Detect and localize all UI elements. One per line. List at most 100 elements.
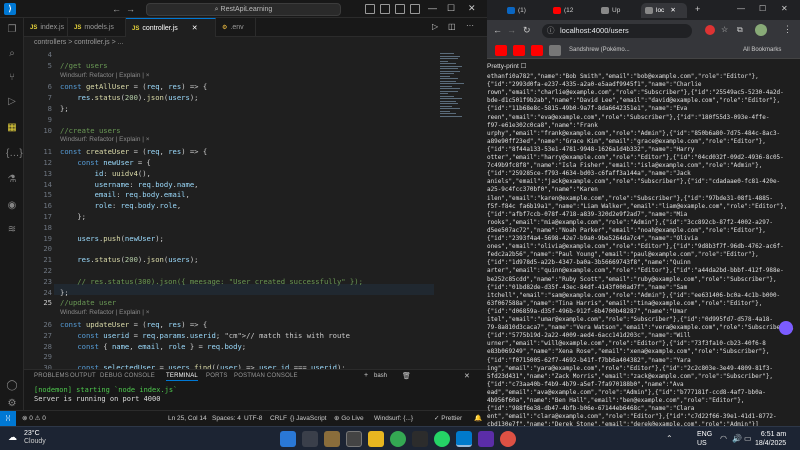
problems-count[interactable]: ⊗ 0 ⚠ 0: [22, 411, 46, 426]
widgets-icon[interactable]: [346, 431, 362, 447]
back-arrow-icon[interactable]: ←: [112, 3, 121, 15]
code-line[interactable]: res.status(200).json(users);: [60, 255, 198, 264]
code-editor[interactable]: 4 5 //get users Windsurf: Refactor | Explai…: [24, 49, 438, 369]
whatsapp-icon[interactable]: [434, 431, 450, 447]
layout-panel-icon[interactable]: [380, 4, 390, 14]
new-terminal-icon[interactable]: +: [364, 372, 368, 379]
tab-index-js[interactable]: JS index.js: [24, 18, 68, 37]
split-editor-icon[interactable]: ◫: [448, 22, 456, 31]
code-line[interactable]: role: req.body.role,: [60, 201, 182, 210]
wifi-icon[interactable]: ◠: [720, 434, 727, 443]
input-language[interactable]: ENG US: [697, 430, 712, 448]
code-line[interactable]: };: [60, 104, 69, 113]
task-view-icon[interactable]: [324, 431, 340, 447]
forward-arrow-icon[interactable]: →: [507, 25, 516, 35]
minimize-button[interactable]: —: [428, 2, 437, 15]
pretty-print-toggle[interactable]: Pretty-print ☐: [487, 62, 526, 70]
close-tab-icon[interactable]: ✕: [670, 7, 675, 14]
new-tab-icon[interactable]: +: [695, 4, 700, 14]
line-ending[interactable]: CRLF: [270, 411, 287, 426]
bookmark-youtube-icon[interactable]: [495, 45, 507, 56]
tab-models-js[interactable]: JS models.js: [68, 18, 126, 37]
browser-tab-up[interactable]: Up: [597, 3, 637, 18]
floating-assistant-icon[interactable]: [779, 321, 793, 335]
close-button[interactable]: ✕: [781, 4, 788, 13]
tray-chevron-icon[interactable]: ⌃: [666, 434, 673, 443]
panel-tab-postman-console[interactable]: POSTMAN CONSOLE: [234, 373, 298, 379]
reload-icon[interactable]: ↻: [523, 25, 531, 36]
go-live-button[interactable]: ⊕ Go Live: [334, 411, 364, 426]
code-line[interactable]: const newUser = {: [60, 158, 151, 167]
maximize-button[interactable]: ☐: [759, 4, 766, 13]
close-tab-icon[interactable]: ✕: [192, 25, 198, 32]
bookmark-youtube-icon[interactable]: [513, 45, 525, 56]
bookmark-star-icon[interactable]: ☆: [721, 25, 728, 34]
more-actions-icon[interactable]: ···: [466, 21, 474, 30]
code-line[interactable]: //update user: [60, 298, 116, 307]
weather-widget[interactable]: ☁ 23°C Cloudy: [8, 430, 46, 446]
maximize-button[interactable]: ☐: [447, 2, 455, 15]
postman-icon[interactable]: ◉: [6, 200, 18, 212]
bookmark-youtube-icon[interactable]: [531, 45, 543, 56]
site-info-icon[interactable]: ⓘ: [547, 24, 555, 38]
prettier-status[interactable]: ✓ Prettier: [434, 411, 462, 426]
clock[interactable]: 6:51 am 18/4/2025: [755, 430, 786, 448]
minimize-button[interactable]: —: [737, 4, 745, 13]
terminal-shell-label[interactable]: bash: [374, 373, 387, 379]
browser-tab-linkedin[interactable]: (1): [503, 3, 545, 18]
start-windows-icon[interactable]: [280, 431, 296, 447]
search-icon[interactable]: [302, 431, 318, 447]
minimap[interactable]: [438, 49, 478, 369]
extensions-puzzle-icon[interactable]: ⧉: [737, 25, 743, 35]
bookmark-sandshrew[interactable]: Sandshrew (Pokémo...: [569, 45, 630, 56]
chrome-icon[interactable]: [390, 431, 406, 447]
tab-controller-js[interactable]: JS controller.js ✕: [126, 18, 216, 37]
windsurf-codelens[interactable]: Windsurf: Refactor | Explain | ×: [60, 72, 150, 79]
github-icon[interactable]: [412, 431, 428, 447]
encoding[interactable]: UTF-8: [244, 411, 262, 426]
source-control-icon[interactable]: ⑂: [6, 72, 18, 84]
customize-layout-icon[interactable]: [410, 4, 420, 14]
indentation[interactable]: Spaces: 4: [212, 411, 241, 426]
panel-tab-terminal[interactable]: TERMINAL: [166, 373, 198, 381]
code-line[interactable]: // res.status(300).json({ meesage: "User…: [60, 277, 363, 286]
code-line[interactable]: };: [60, 212, 86, 221]
layout-sidebar-icon[interactable]: [365, 4, 375, 14]
settings-gear-icon[interactable]: ⚙: [6, 398, 18, 410]
code-line[interactable]: users.push(newUser);: [60, 234, 164, 243]
chrome-profile-icon[interactable]: [500, 431, 516, 447]
panel-tab-ports[interactable]: PORTS: [206, 373, 228, 379]
code-line[interactable]: const getAllUser = (req, res) => {: [60, 82, 207, 91]
browser-tab-localhost[interactable]: loc ✕: [641, 3, 687, 18]
avatar[interactable]: [755, 24, 767, 36]
explorer-icon[interactable]: ❐: [6, 24, 18, 36]
code-line[interactable]: const updateUser = (req, res) => {: [60, 320, 207, 329]
extension-icon[interactable]: [705, 25, 715, 35]
volume-icon[interactable]: 🔊: [732, 434, 742, 443]
language-mode[interactable]: {} JavaScript: [290, 411, 327, 426]
address-bar[interactable]: ⓘ localhost:4000/users: [542, 24, 692, 38]
code-line[interactable]: const userid = req.params.userid; "cm">/…: [60, 331, 350, 340]
testing-icon[interactable]: ⚗: [6, 174, 18, 186]
file-explorer-icon[interactable]: [368, 431, 384, 447]
vscode-taskbar-icon[interactable]: [456, 431, 472, 447]
battery-icon[interactable]: ▭: [744, 434, 752, 443]
app-icon[interactable]: [478, 431, 494, 447]
back-arrow-icon[interactable]: ←: [493, 25, 502, 35]
code-line[interactable]: const { name, email, role } = req.body;: [60, 342, 246, 351]
search-icon[interactable]: ⌕: [6, 48, 18, 60]
code-line[interactable]: //get users: [60, 61, 108, 70]
command-center-search[interactable]: ⌕ RestApiLearning: [146, 3, 341, 16]
kill-terminal-icon[interactable]: 🗑: [402, 372, 411, 380]
windsurf-codelens[interactable]: Windsurf: Refactor | Explain | ×: [60, 136, 150, 143]
windsurf-codelens[interactable]: Windsurf: Refactor | Explain | ×: [60, 309, 150, 316]
panel-tab-output[interactable]: OUTPUT: [70, 373, 96, 379]
code-line[interactable]: //create users: [60, 126, 121, 135]
remote-indicator-icon[interactable]: ⟩⟨: [0, 411, 16, 426]
breadcrumb[interactable]: controllers > controller.js > ...: [24, 37, 487, 49]
notifications-bell-icon[interactable]: 🔔: [474, 411, 482, 426]
run-debug-icon[interactable]: ▷: [6, 96, 18, 108]
windsurf-status[interactable]: Windsurf: {...}: [374, 411, 413, 426]
close-button[interactable]: ✕: [468, 2, 476, 15]
account-icon[interactable]: ◯: [6, 380, 18, 392]
